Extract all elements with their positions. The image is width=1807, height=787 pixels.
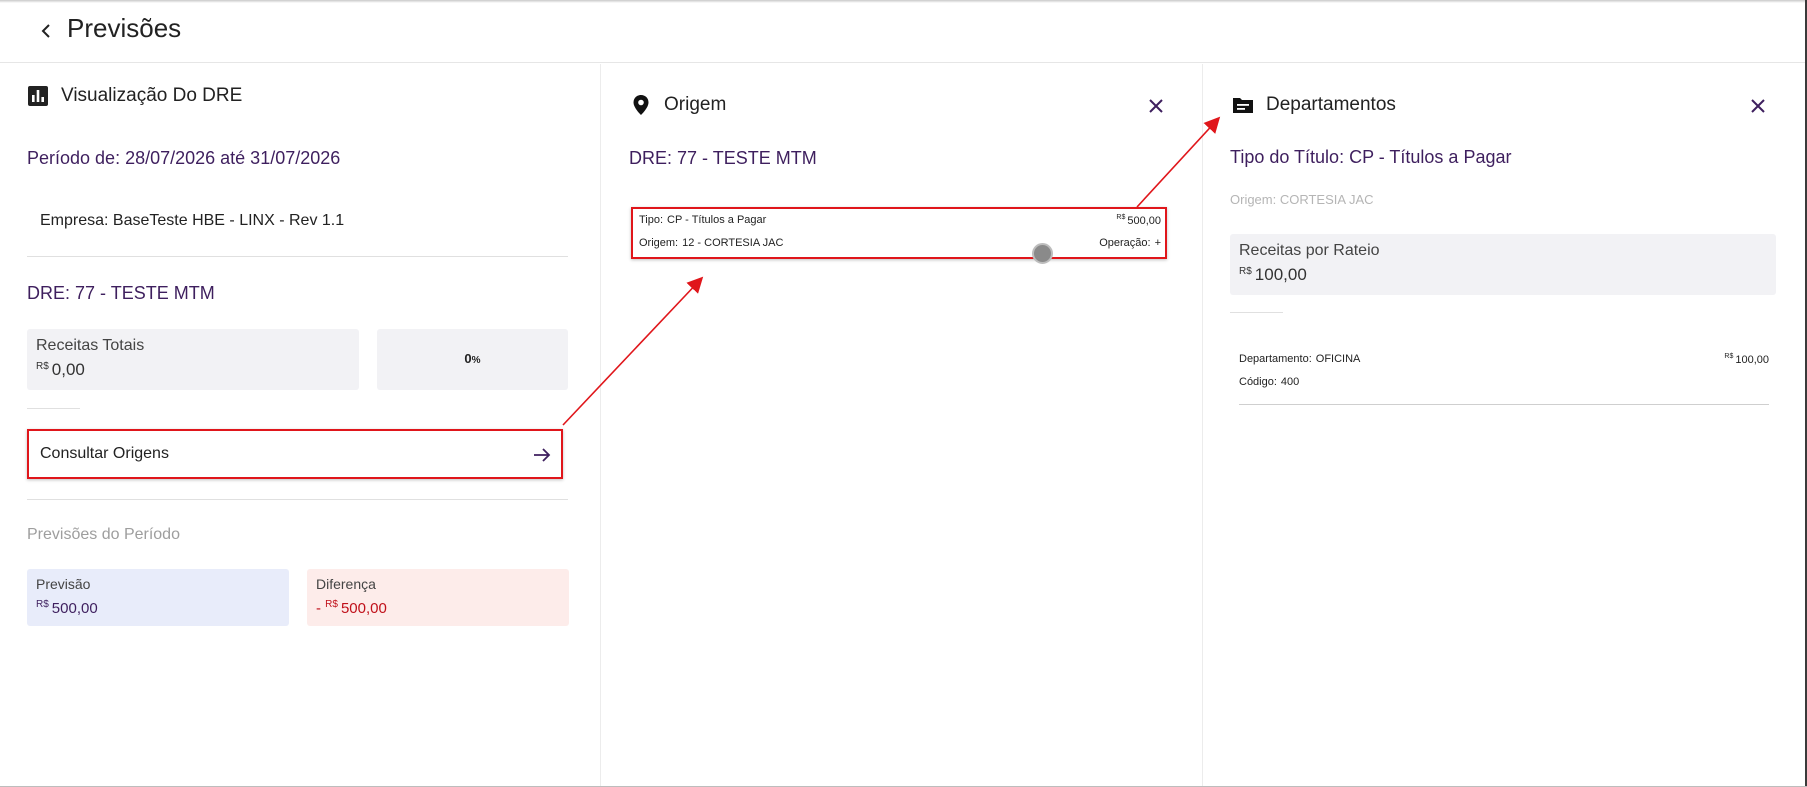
percent-number: 0 xyxy=(464,351,472,366)
close-icon[interactable] xyxy=(1146,96,1166,116)
receitas-rateio-label: Receitas por Rateio xyxy=(1239,242,1380,259)
folder-icon xyxy=(1232,94,1254,116)
origem-panel-header: Origem xyxy=(630,94,726,116)
currency-symbol: R$ xyxy=(36,361,49,372)
receitas-totais-card: Receitas Totais R$ 0,00 xyxy=(27,329,359,390)
currency-symbol: R$ xyxy=(1239,266,1252,277)
bar-chart-icon xyxy=(27,85,49,107)
back-icon[interactable] xyxy=(36,19,56,43)
receitas-totais-amount: 0,00 xyxy=(51,360,85,379)
previsao-value: R$ 500,00 xyxy=(36,599,98,617)
dre-panel: Visualização Do DRE Período de: 28/07/20… xyxy=(0,64,601,786)
page-title: Previsões xyxy=(67,13,182,43)
operacao-label: Operação: xyxy=(1099,237,1151,249)
currency-symbol: R$ xyxy=(1116,214,1126,221)
short-divider xyxy=(27,408,80,409)
previsao-amount: 500,00 xyxy=(51,600,98,617)
origem-operacao: Operação: + xyxy=(1099,237,1161,249)
percent-value: 0% xyxy=(377,351,568,366)
currency-symbol: R$ xyxy=(36,599,49,610)
receitas-rateio-value: R$ 100,00 xyxy=(1239,265,1307,285)
dre-panel-title: Visualização Do DRE xyxy=(61,85,243,106)
origem-tipo: Tipo: CP - Títulos a Pagar xyxy=(639,214,766,226)
origem-origem: Origem: 12 - CORTESIA JAC xyxy=(639,237,783,249)
tipo-value: CP - Títulos a Pagar xyxy=(667,214,767,226)
departamentos-panel: Departamentos Tipo do Título: CP - Títul… xyxy=(1203,64,1805,786)
diferenca-label: Diferença xyxy=(316,576,376,592)
touch-cursor-indicator xyxy=(1032,243,1053,264)
divider xyxy=(27,499,568,500)
codigo-value: 400 xyxy=(1280,376,1300,388)
dre-panel-header: Visualização Do DRE xyxy=(27,85,242,107)
diferenca-amount: 500,00 xyxy=(340,600,387,617)
arrow-right-icon xyxy=(532,445,552,465)
page-header: Previsões xyxy=(0,0,1805,63)
departamento-amount: 100,00 xyxy=(1735,354,1769,366)
origem-dre-title: DRE: 77 - TESTE MTM xyxy=(629,148,817,168)
tipo-titulo: Tipo do Título: CP - Títulos a Pagar xyxy=(1230,147,1512,167)
previsao-card: Previsão R$ 500,00 xyxy=(27,569,289,626)
diferenca-card: Diferença - R$ 500,00 xyxy=(307,569,569,626)
receitas-rateio-card: Receitas por Rateio R$ 100,00 xyxy=(1230,234,1776,295)
departamento-field: Departamento: OFICINA xyxy=(1239,353,1360,365)
departamento-label: Departamento: xyxy=(1239,353,1312,365)
origem-subtitle: Origem: CORTESIA JAC xyxy=(1230,192,1374,207)
tipo-label: Tipo: xyxy=(639,214,664,226)
currency-symbol: R$ xyxy=(1724,353,1734,360)
valor-amount: 500,00 xyxy=(1127,215,1161,227)
consultar-origens-label: Consultar Origens xyxy=(40,445,169,462)
empresa-value: BaseTeste HBE - LINX - Rev 1.1 xyxy=(112,212,345,229)
departamento-valor: R$ 100,00 xyxy=(1724,353,1769,366)
diferenca-value: - R$ 500,00 xyxy=(316,599,387,617)
origem-item-card[interactable]: Tipo: CP - Títulos a Pagar R$ 500,00 Orige… xyxy=(631,207,1167,259)
periodo-text: Período de: 28/07/2026 até 31/07/2026 xyxy=(27,148,341,168)
previsoes-heading: Previsões do Período xyxy=(27,526,180,543)
divider xyxy=(27,256,568,257)
origem-panel: Origem DRE: 77 - TESTE MTM Tipo: CP - Tít… xyxy=(601,64,1203,786)
percent-sign: % xyxy=(471,355,481,366)
origem-value: 12 - CORTESIA JAC xyxy=(682,237,784,249)
origem-valor: R$ 500,00 xyxy=(1116,214,1161,227)
divider xyxy=(1239,404,1769,405)
currency-symbol: R$ xyxy=(325,599,338,610)
receitas-totais-label: Receitas Totais xyxy=(36,337,145,354)
codigo-field: Código: 400 xyxy=(1239,376,1299,388)
dre-title: DRE: 77 - TESTE MTM xyxy=(27,283,215,303)
empresa-label: Empresa: xyxy=(40,212,109,229)
close-icon[interactable] xyxy=(1748,96,1768,116)
origem-label: Origem: xyxy=(639,237,679,249)
diferenca-prefix: - xyxy=(316,600,321,617)
percent-card: 0% xyxy=(377,329,568,390)
receitas-totais-value: R$ 0,00 xyxy=(36,360,85,380)
location-pin-icon xyxy=(630,94,652,116)
departamento-row: Departamento: OFICINA R$ 100,00 Código: 400 xyxy=(1239,353,1769,393)
previsao-label: Previsão xyxy=(36,576,91,592)
operacao-value: + xyxy=(1154,237,1161,249)
receitas-rateio-amount: 100,00 xyxy=(1254,265,1307,284)
origem-panel-title: Origem xyxy=(664,94,727,115)
consultar-origens-button[interactable]: Consultar Origens xyxy=(27,429,563,479)
departamentos-panel-title: Departamentos xyxy=(1266,94,1396,115)
departamento-value: OFICINA xyxy=(1315,353,1361,365)
short-divider xyxy=(1230,312,1283,313)
codigo-label: Código: xyxy=(1239,376,1277,388)
empresa-line: Empresa: BaseTeste HBE - LINX - Rev 1.1 xyxy=(40,212,344,230)
departamentos-panel-header: Departamentos xyxy=(1232,94,1396,116)
